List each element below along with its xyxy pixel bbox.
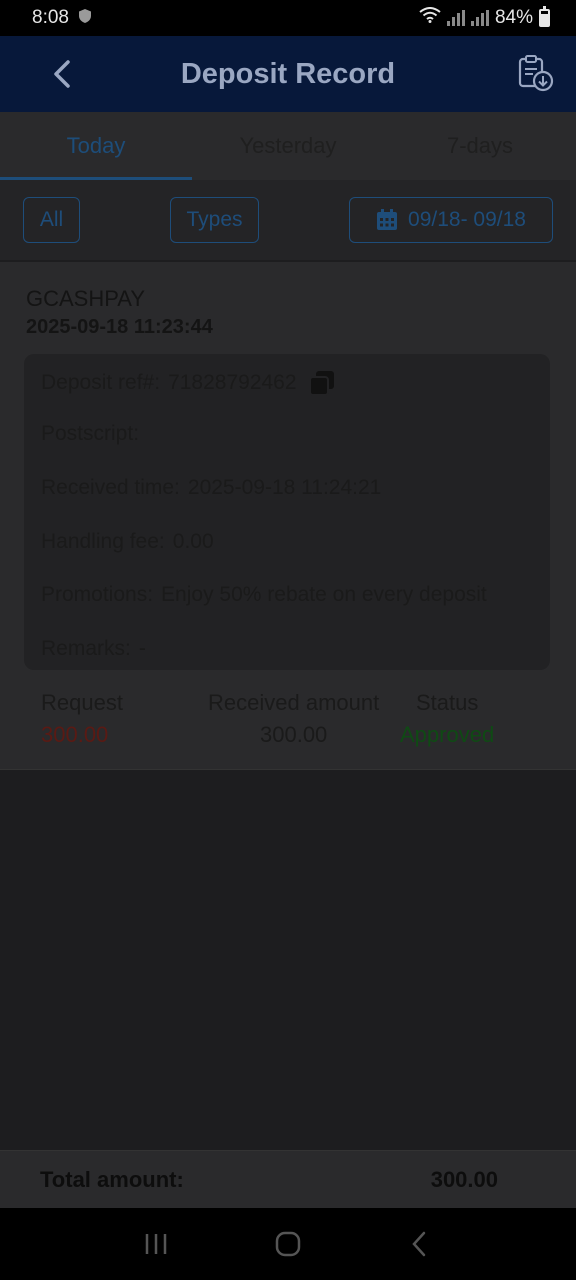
received-time-label: Received time: (41, 476, 180, 499)
filter-all-button[interactable]: All (23, 197, 80, 243)
system-nav-bar (0, 1208, 576, 1280)
calendar-icon (377, 209, 398, 230)
received-time-row: Received time: 2025-09-18 11:24:21 (41, 476, 381, 500)
total-bar: Total amount: 300.00 (0, 1150, 576, 1208)
status-label: Status (416, 690, 479, 715)
status-badge: Approved (400, 722, 495, 747)
handling-fee-row: Handling fee: 0.00 (41, 530, 214, 554)
chevron-left-icon (54, 60, 70, 88)
clipboard-download-icon (518, 55, 554, 92)
filter-types-button[interactable]: Types (170, 197, 259, 243)
deposit-ref-label: Deposit ref#: (41, 371, 161, 394)
shield-icon (78, 7, 91, 29)
battery-icon (539, 6, 550, 27)
filter-types-label: Types (186, 208, 243, 231)
handling-fee-label: Handling fee: (41, 530, 165, 553)
tab-yesterday[interactable]: Yesterday (192, 112, 384, 180)
promotions-value: Enjoy 50% rebate on every deposit (161, 583, 487, 606)
battery-percent: 84% (494, 7, 533, 28)
postscript-row: Postscript: (41, 422, 139, 446)
remarks-label: Remarks: (41, 637, 131, 660)
tab-7-days[interactable]: 7-days (384, 112, 576, 180)
remarks-value: - (138, 637, 146, 660)
record-datetime: 2025-09-18 11:23:44 (26, 316, 213, 338)
signal-icon (446, 10, 465, 26)
remarks-row: Remarks: - (41, 637, 146, 661)
received-time-value: 2025-09-18 11:24:21 (187, 476, 382, 499)
recent-apps-icon (145, 1234, 167, 1254)
total-amount-label: Total amount: (40, 1167, 184, 1192)
payment-method: GCASHPAY (26, 286, 145, 311)
date-range-button[interactable]: 09/18- 09/18 (349, 197, 553, 243)
request-value: 300.00 (41, 722, 109, 747)
back-icon (412, 1231, 426, 1257)
date-tabs: Today Yesterday 7-days (0, 112, 576, 180)
promotions-label: Promotions: (41, 583, 154, 606)
received-amount-value: 300.00 (260, 722, 328, 747)
filter-all-label: All (39, 208, 64, 231)
recent-apps-button[interactable] (136, 1224, 176, 1264)
request-label: Request (41, 690, 123, 715)
deposit-ref-row: Deposit ref#: 71828792462 (41, 368, 337, 398)
signal-icon (470, 10, 489, 26)
received-amount-label: Received amount (208, 690, 380, 715)
postscript-label: Postscript: (41, 422, 140, 445)
record-details: Deposit ref#: 71828792462 Postscript: Re… (24, 354, 550, 670)
back-button[interactable] (44, 54, 84, 94)
filter-bar: All Types 09/18- 09/18 (0, 180, 576, 260)
deposit-record-card: GCASHPAY 2025-09-18 11:23:44 Deposit ref… (0, 262, 576, 770)
wifi-icon (419, 7, 441, 29)
handling-fee-value: 0.00 (172, 530, 214, 553)
tab-today[interactable]: Today (0, 112, 192, 180)
promotions-row: Promotions: Enjoy 50% rebate on every de… (41, 583, 487, 607)
download-record-button[interactable] (516, 54, 556, 94)
home-icon (275, 1231, 301, 1257)
home-button[interactable] (268, 1224, 308, 1264)
status-bar: 8:08 84% (0, 0, 576, 36)
app-header: Deposit Record (0, 36, 576, 112)
total-amount-value: 300.00 (430, 1167, 498, 1192)
deposit-ref-value: 71828792462 (168, 371, 297, 394)
copy-icon[interactable] (307, 368, 337, 398)
page-title: Deposit Record (180, 57, 396, 90)
date-range-label: 09/18- 09/18 (408, 208, 526, 231)
system-back-button[interactable] (400, 1224, 440, 1264)
status-time: 8:08 (32, 7, 69, 28)
